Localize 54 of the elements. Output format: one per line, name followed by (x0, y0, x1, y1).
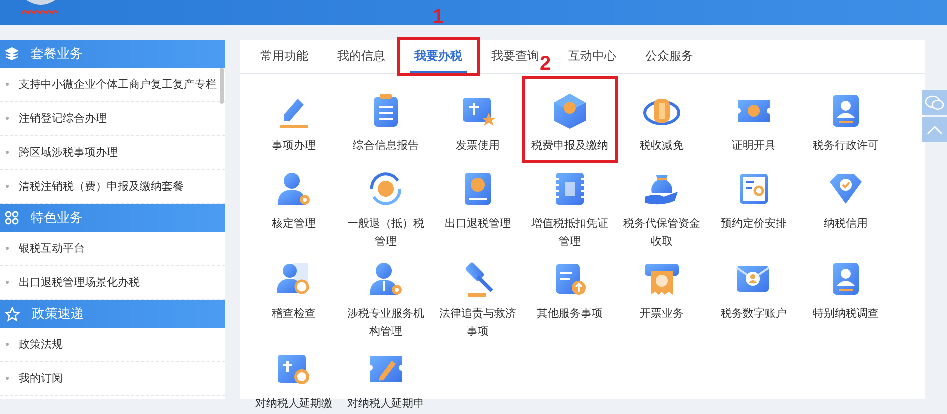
service-label[interactable]: 税费申报及缴纳 (530, 137, 610, 155)
tab[interactable]: 我的信息 (323, 40, 400, 73)
service-label[interactable]: 税务行政许可 (806, 137, 886, 155)
service-label[interactable]: 综合信息报告 (346, 137, 426, 155)
service-label[interactable]: 预约定价安排 (714, 215, 794, 233)
tab[interactable]: 公众服务 (631, 40, 708, 73)
menu-item[interactable]: 注销登记综合办理 (19, 111, 107, 126)
service-label[interactable]: 税收减免 (622, 137, 702, 155)
bullet-icon (6, 281, 9, 284)
layers-icon (5, 47, 19, 61)
service-label[interactable]: 出口退税管理 (438, 215, 518, 233)
service-label[interactable]: 稽查检查 (254, 305, 334, 323)
scrollbar-thumb[interactable] (220, 68, 224, 104)
menu-item[interactable]: 清税注销税（费）申报及缴纳套餐 (19, 179, 184, 194)
service-label[interactable]: 一般退（抵）税管理 (346, 215, 426, 251)
service-label[interactable]: 核定管理 (254, 215, 334, 233)
annotation-number: 2 (540, 54, 552, 74)
service-label[interactable]: 涉税专业服务机构管理 (346, 305, 426, 341)
bullet-icon (6, 185, 9, 188)
service-label[interactable]: 纳税信用 (806, 215, 886, 233)
grid-icon (5, 211, 19, 225)
service-label[interactable]: 对纳税人延期缴 (254, 395, 334, 413)
service-label[interactable]: 特别纳税调查 (806, 305, 886, 323)
bullet-icon (6, 247, 9, 250)
chat-icon (924, 94, 944, 110)
service-label[interactable]: 其他服务事项 (530, 305, 610, 323)
service-label[interactable]: 证明开具 (714, 137, 794, 155)
star-icon (5, 306, 20, 322)
service-label[interactable]: 对纳税人延期申 (346, 395, 426, 413)
annotation-number: 1 (432, 7, 444, 27)
menu-item[interactable]: 银税互动平台 (19, 241, 85, 256)
tab[interactable]: 互动中心 (554, 40, 631, 73)
menu-item[interactable]: 支持中小微企业个体工商户复工复产专栏 (19, 77, 217, 92)
service-label[interactable]: 开票业务 (622, 305, 702, 323)
bullet-icon (6, 117, 9, 120)
bullet-icon (6, 83, 9, 86)
section-title: 特色业务 (31, 210, 83, 227)
menu-item[interactable]: 我的订阅 (19, 371, 63, 386)
menu-item[interactable]: 跨区域涉税事项办理 (19, 145, 118, 160)
service-label[interactable]: 法律追责与救济事项 (438, 305, 518, 341)
section-title: 套餐业务 (31, 46, 83, 63)
section-title: 政策速递 (32, 306, 84, 323)
service-label[interactable]: 发票使用 (438, 137, 518, 155)
bullet-icon (6, 377, 9, 380)
service-label[interactable]: 事项办理 (254, 137, 334, 155)
tab[interactable]: 常用功能 (246, 40, 323, 73)
service-label[interactable]: 税务数字账户 (714, 305, 794, 323)
menu-item[interactable]: 政策法规 (19, 337, 63, 352)
menu-item[interactable]: 出口退税管理场景化办税 (19, 275, 140, 290)
chevron-up-icon (926, 124, 942, 134)
bullet-icon (6, 343, 9, 346)
bullet-icon (6, 151, 9, 154)
service-label[interactable]: 税务代保管资金收取 (622, 215, 702, 251)
service-label[interactable]: 增值税抵扣凭证管理 (530, 215, 610, 251)
